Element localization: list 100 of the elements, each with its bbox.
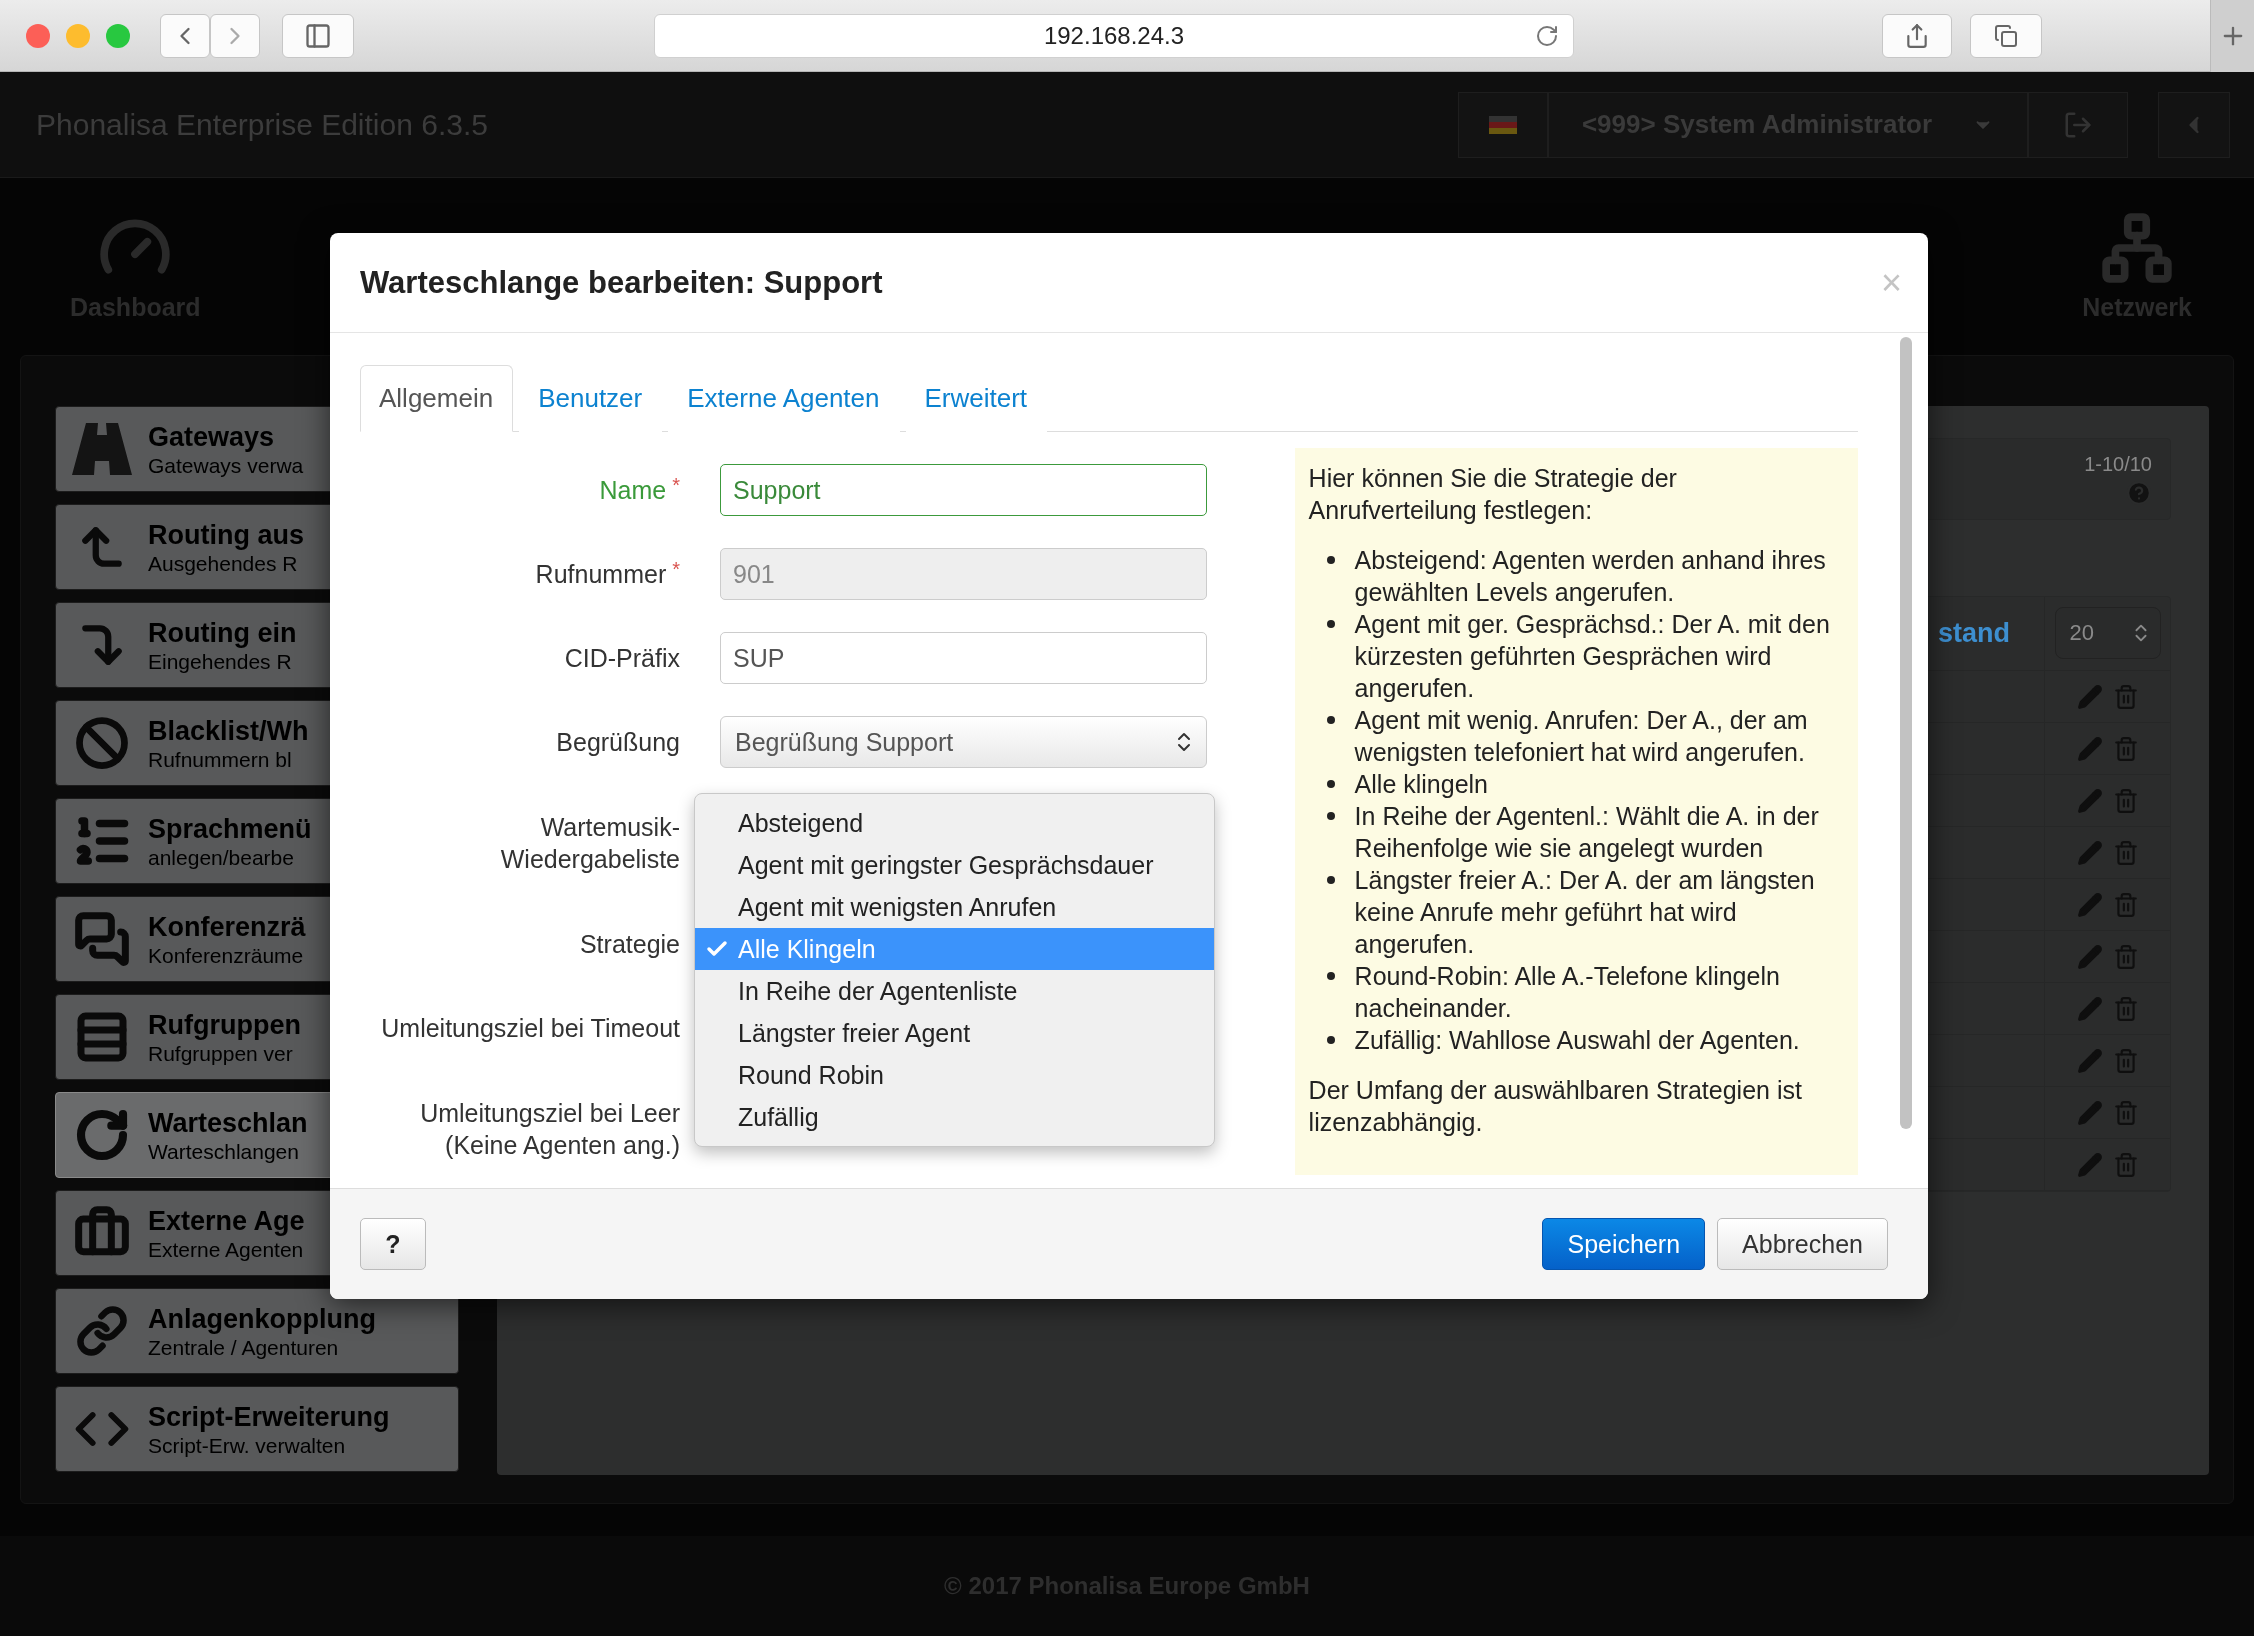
- edit-icon[interactable]: [2076, 1047, 2103, 1074]
- sidebar-item-title: Gateways: [148, 420, 276, 453]
- network-icon: [2100, 211, 2175, 285]
- sidebar-item-title: Rufgruppen: [148, 1008, 301, 1041]
- sidebar-item[interactable]: Anlagenkopplung Zentrale / Agenturen: [55, 1288, 459, 1374]
- menu-option[interactable]: Längster freier Agent: [695, 1012, 1214, 1054]
- pager-count: 1-10/10: [2084, 452, 2152, 476]
- sidebar-item-subtitle: Gateways verwa: [148, 452, 304, 478]
- menu-option[interactable]: Absteigend: [695, 802, 1214, 844]
- zoom-window-icon[interactable]: [106, 23, 130, 48]
- edit-icon[interactable]: [2076, 735, 2103, 762]
- sidebar-item-subtitle: Externe Agenten: [148, 1236, 305, 1262]
- delete-icon[interactable]: [2112, 891, 2139, 918]
- refresh-icon: [74, 1107, 130, 1163]
- edit-icon[interactable]: [2076, 1151, 2103, 1178]
- edit-icon[interactable]: [2076, 995, 2103, 1022]
- sidebar-item-title: Externe Age: [148, 1204, 305, 1237]
- help-note: Der Umfang der auswählbaren Strategien ist lizenzabhängig.: [1308, 1075, 1803, 1138]
- sidebar-item[interactable]: Script-Erweiterung Script-Erw. verwalten: [55, 1386, 459, 1472]
- delete-icon[interactable]: [2112, 787, 2139, 814]
- collapse-button[interactable]: [2158, 91, 2230, 158]
- select-field[interactable]: Begrüßung Support: [720, 716, 1207, 768]
- edit-icon[interactable]: [2076, 1099, 2103, 1126]
- dialog-title: Warteschlange bearbeiten: Support: [360, 264, 883, 301]
- page-size-select[interactable]: 20: [2054, 607, 2161, 659]
- edit-icon[interactable]: [2076, 839, 2103, 866]
- menu-option[interactable]: Alle Klingeln: [695, 928, 1214, 970]
- cancel-button[interactable]: Abbrechen: [1717, 1218, 1888, 1270]
- sidebar-item-subtitle: Script-Erw. verwalten: [148, 1432, 347, 1458]
- help-item: Längster freier A.: Der A. der am längsten keine Anrufe mehr geführt hat wird angerufen.: [1354, 865, 1816, 960]
- text-field[interactable]: Support: [720, 464, 1207, 516]
- ban-icon: [75, 716, 129, 770]
- help-item: Alle klingeln: [1354, 769, 1489, 800]
- sidebar-item-title: Routing ein: [148, 616, 297, 649]
- sidebar-item-title: Sprachmenü: [148, 812, 312, 845]
- delete-icon[interactable]: [2112, 1047, 2139, 1074]
- tabs-button[interactable]: [1970, 13, 2042, 58]
- road-icon: [72, 423, 132, 475]
- field-label: Begrüßung: [556, 727, 680, 758]
- sidebar-button[interactable]: [282, 13, 354, 58]
- logout-button[interactable]: [2028, 91, 2128, 158]
- sidebar-item-subtitle: Warteschlangen: [148, 1138, 300, 1164]
- back-button[interactable]: [160, 13, 210, 58]
- sidebar-item-title: Anlagenkopplung: [148, 1302, 376, 1335]
- bullet-icon: [1326, 812, 1335, 820]
- tab[interactable]: Allgemein: [360, 365, 514, 432]
- sidebar-item-title: Routing aus: [148, 518, 304, 551]
- minimize-window-icon[interactable]: [66, 23, 90, 48]
- edit-icon[interactable]: [2076, 787, 2103, 814]
- edit-icon[interactable]: [2076, 891, 2103, 918]
- help-intro: Hier können Sie die Strategie der Anrufverteilung festlegen:: [1308, 463, 1678, 526]
- share-button[interactable]: [1882, 13, 1952, 58]
- field-label: Rufnummer: [535, 559, 667, 590]
- sidebar-item-title: Warteschlan: [148, 1106, 308, 1139]
- column-header[interactable]: stand: [1938, 618, 2010, 649]
- delete-icon[interactable]: [2112, 735, 2139, 762]
- link-icon: [76, 1305, 128, 1357]
- menu-option[interactable]: Zufällig: [695, 1096, 1214, 1138]
- scrollbar[interactable]: [1900, 337, 1912, 1129]
- edit-icon[interactable]: [2076, 943, 2103, 970]
- help-item: Zufällig: Wahllose Auswahl der Agenten.: [1354, 1025, 1800, 1056]
- field-label: CID-Präfix: [564, 643, 680, 674]
- help-button[interactable]: ?: [360, 1218, 426, 1270]
- text-field[interactable]: SUP: [720, 632, 1207, 684]
- flag-icon: [1489, 115, 1517, 134]
- sidebar-item-subtitle: Konferenzräume: [148, 942, 305, 968]
- required-mark: *: [672, 558, 680, 581]
- delete-icon[interactable]: [2112, 1151, 2139, 1178]
- language-button[interactable]: [1458, 91, 1548, 158]
- help-item: Agent mit wenig. Anrufen: Der A., der am wenigsten telefoniert hat wird angerufen.: [1354, 705, 1809, 768]
- menu-option[interactable]: Agent mit wenigsten Anrufen: [695, 886, 1214, 928]
- bullet-icon: [1326, 972, 1335, 980]
- tabs-icon: [1994, 23, 2018, 48]
- bullet-icon: [1326, 780, 1335, 788]
- menu-option[interactable]: Agent mit geringster Gesprächsdauer: [695, 844, 1214, 886]
- bullet-icon: [1326, 1036, 1335, 1044]
- address-field[interactable]: 192.168.24.3: [654, 13, 1574, 58]
- delete-icon[interactable]: [2112, 995, 2139, 1022]
- close-window-icon[interactable]: [26, 23, 50, 48]
- edit-icon[interactable]: [2076, 683, 2103, 710]
- required-mark: *: [672, 474, 680, 497]
- menu-option[interactable]: In Reihe der Agentenliste: [695, 970, 1214, 1012]
- new-tab-button[interactable]: [2210, 0, 2254, 72]
- menu-option[interactable]: Round Robin: [695, 1054, 1214, 1096]
- forward-button[interactable]: [210, 13, 260, 58]
- sidebar-item-subtitle: Ausgehendes R: [148, 550, 299, 576]
- sidebar-item-title: Script-Erweiterung: [148, 1400, 390, 1433]
- sidebar-item-subtitle: Rufnummern bl: [148, 746, 293, 772]
- delete-icon[interactable]: [2112, 683, 2139, 710]
- sidebar-item-title: Konferenzrä: [148, 910, 306, 943]
- delete-icon[interactable]: [2112, 839, 2139, 866]
- reload-icon[interactable]: [1535, 23, 1559, 48]
- bullet-icon: [1326, 620, 1335, 628]
- help-item: Round-Robin: Alle A.-Telefone klingeln nacheinander.: [1354, 961, 1781, 1024]
- delete-icon[interactable]: [2112, 1099, 2139, 1126]
- sidebar-item-subtitle: Rufgruppen ver: [148, 1040, 294, 1066]
- sidebar-item-title: Blacklist/Wh: [148, 714, 309, 747]
- delete-icon[interactable]: [2112, 943, 2139, 970]
- field-label: Strategie: [579, 929, 680, 960]
- save-button[interactable]: Speichern: [1542, 1218, 1706, 1270]
